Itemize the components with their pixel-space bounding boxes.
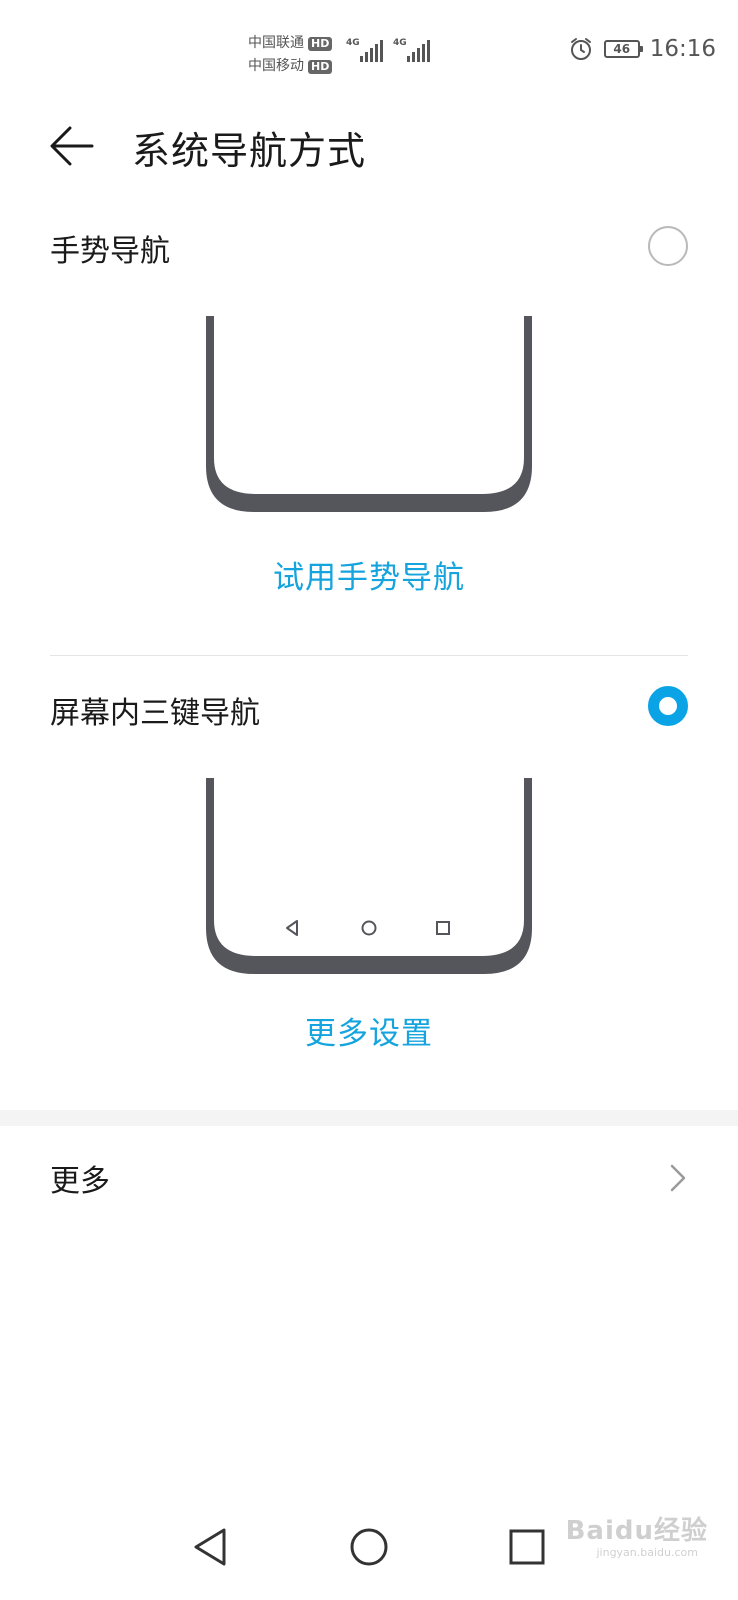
more-settings-link[interactable]: 更多设置 [0, 1008, 738, 1053]
more-settings-label: 更多设置 [305, 1016, 433, 1052]
signal-indicators: 4G 4G [346, 38, 430, 62]
more-label: 更多 [50, 1164, 110, 1199]
header: 系统导航方式 [0, 100, 738, 190]
nav-home-icon[interactable] [344, 1522, 394, 1572]
chevron-right-icon [670, 1164, 686, 1192]
hd-badge: HD [308, 36, 333, 51]
nav-recent-apps-icon[interactable] [502, 1522, 552, 1572]
clock: 16:16 [649, 36, 716, 62]
more-row[interactable]: 更多 [0, 1128, 738, 1228]
try-gesture-nav-label: 试用手势导航 [273, 560, 465, 596]
network-type-1: 4G [346, 38, 360, 48]
gesture-nav-illustration [206, 316, 532, 512]
alarm-icon [570, 38, 591, 60]
signal-icon: 4G [393, 38, 430, 62]
divider [50, 655, 688, 656]
carrier-info: 中国联通 HD 中国移动 HD [248, 32, 333, 78]
status-bar: 中国联通 HD 中国移动 HD 4G 4G 46 16:16 [0, 0, 738, 100]
status-right: 46 16:16 [568, 36, 716, 62]
page-title: 系统导航方式 [132, 129, 367, 173]
option-label-three-key[interactable]: 屏幕内三键导航 [50, 688, 260, 732]
battery-level: 46 [613, 42, 631, 56]
radio-gesture[interactable] [648, 226, 688, 266]
section-separator [0, 1110, 738, 1126]
back-arrow-icon[interactable] [44, 118, 100, 174]
mini-back-icon [286, 920, 298, 936]
hd-badge: HD [308, 59, 333, 74]
radio-three-key-selected[interactable] [648, 686, 688, 726]
watermark-logo: Baidu经验 [565, 1516, 708, 1546]
three-key-nav-illustration [206, 778, 532, 974]
carrier-2: 中国移动 [248, 58, 304, 74]
network-type-2: 4G [393, 38, 407, 48]
carrier-1: 中国联通 [248, 35, 304, 51]
mini-home-icon [361, 920, 377, 936]
nav-back-icon[interactable] [186, 1522, 236, 1572]
mini-recent-icon [436, 921, 450, 935]
signal-icon: 4G [346, 38, 383, 62]
option-label-gesture[interactable]: 手势导航 [50, 226, 170, 270]
battery-icon: 46 [603, 40, 643, 58]
try-gesture-nav-link[interactable]: 试用手势导航 [0, 552, 738, 597]
watermark-url: jingyan.baidu.com [596, 1546, 698, 1559]
